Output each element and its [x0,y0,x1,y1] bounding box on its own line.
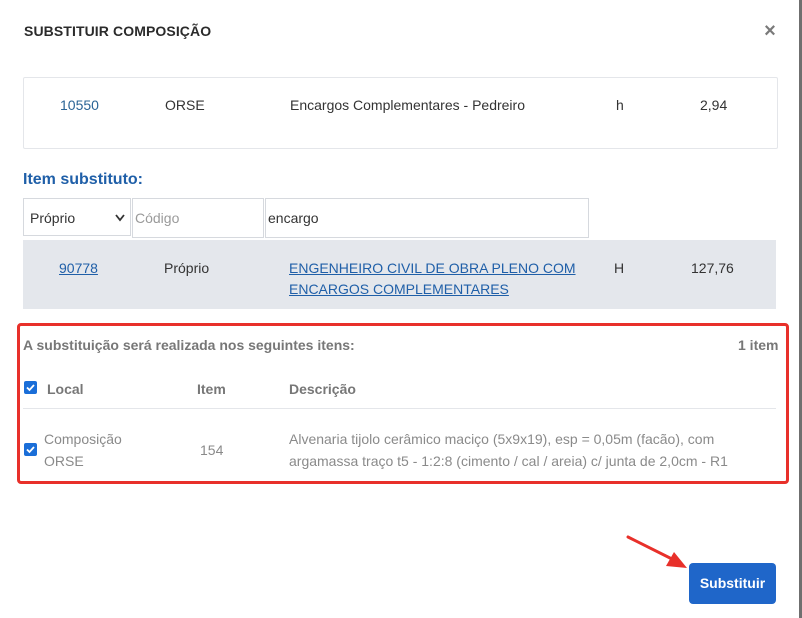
result-description-link-line2[interactable]: ENCARGOS COMPLEMENTARES [289,281,509,297]
original-item-card: 10550 ORSE Encargos Complementares - Ped… [23,77,778,149]
original-item-code[interactable]: 10550 [60,97,99,113]
result-price: 127,76 [691,260,734,276]
result-code-link[interactable]: 90778 [59,260,98,276]
modal-title: SUBSTITUIR COMPOSIÇÃO [24,23,212,39]
close-icon[interactable]: × [760,20,780,42]
column-header-local: Local [47,381,84,397]
original-item-source: ORSE [165,97,205,113]
source-select[interactable]: Próprio [23,198,131,236]
result-unit: H [614,260,625,276]
original-item-description: Encargos Complementares - Pedreiro [290,97,525,113]
row-description-line2: argamassa traço t5 - 1:2:8 (cimento / ca… [289,453,728,469]
select-all-checkbox[interactable] [24,381,37,394]
search-input[interactable]: encargo [265,198,589,238]
row-local-line2: ORSE [44,453,84,469]
result-description-link-line1[interactable]: ENGENHEIRO CIVIL DE OBRA PLENO COM [289,260,576,276]
substitute-section-label: Item substituto: [23,171,143,188]
row-description-line1: Alvenaria tijolo cerâmico maciço (5x9x19… [289,431,715,447]
search-result-row[interactable]: 90778 Próprio ENGENHEIRO CIVIL DE OBRA P… [23,240,776,309]
annotation-arrow-icon [626,535,687,568]
affected-items-intro: A substituição será realizada nos seguin… [23,337,355,353]
table-divider [23,408,776,409]
code-input[interactable]: Código [132,198,264,238]
result-source: Próprio [164,260,210,276]
row-checkbox[interactable] [24,443,37,456]
affected-items-count: 1 item [738,337,779,353]
row-local-line1: Composição [44,431,122,447]
substitute-composition-modal: SUBSTITUIR COMPOSIÇÃO × 10550 ORSE Encar… [0,0,799,618]
search-input-value: encargo [268,210,319,226]
column-header-description: Descrição [289,381,356,397]
column-header-item: Item [197,381,226,397]
substituir-button[interactable]: Substituir [689,563,776,604]
original-item-unit: h [616,97,624,113]
code-input-placeholder: Código [135,210,180,226]
row-item-number: 154 [200,442,224,458]
original-item-price: 2,94 [700,97,728,113]
source-select-value: Próprio [30,210,76,226]
